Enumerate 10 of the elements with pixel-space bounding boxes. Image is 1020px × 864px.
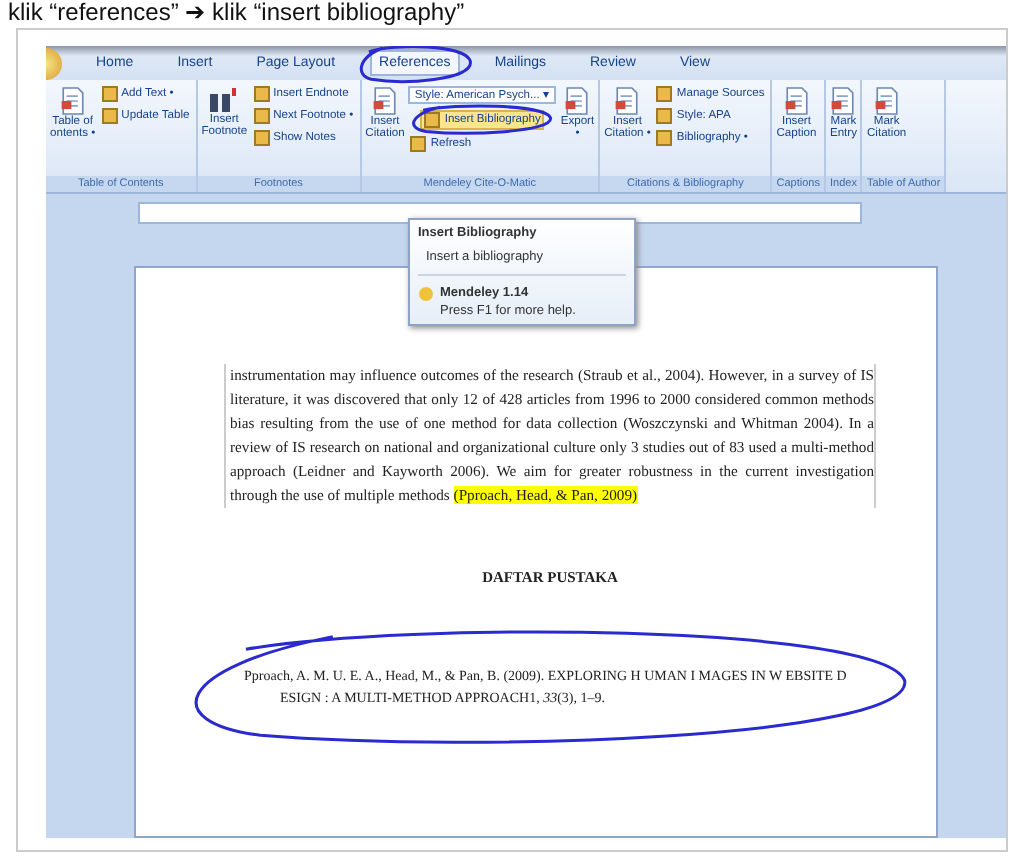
slide-caption: klik “references” ➔ klik “insert bibliography” bbox=[6, 0, 465, 26]
ruler[interactable] bbox=[138, 201, 862, 223]
document-icon bbox=[59, 86, 86, 116]
document-icon bbox=[783, 86, 810, 116]
document-icon bbox=[614, 86, 641, 116]
footnote-icon bbox=[208, 86, 241, 114]
document-icon bbox=[830, 86, 857, 116]
document-icon bbox=[873, 86, 900, 116]
document-icon bbox=[564, 86, 591, 116]
document-icon bbox=[372, 86, 398, 116]
